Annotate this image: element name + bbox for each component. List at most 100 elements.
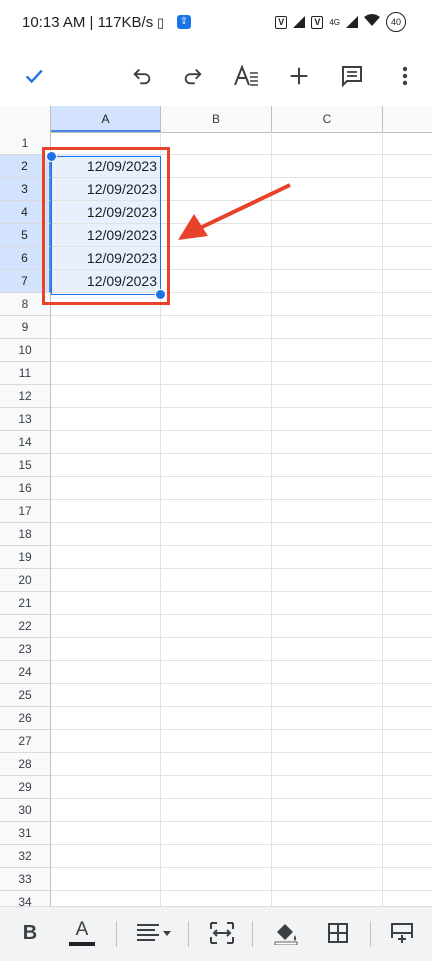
row-header[interactable]: 16 (0, 477, 51, 500)
column-header-c[interactable]: C (272, 106, 383, 132)
more-vert-icon[interactable] (385, 56, 425, 96)
insert-row-icon[interactable] (384, 915, 420, 951)
cell-b[interactable] (161, 408, 272, 430)
cell-c[interactable] (272, 546, 383, 568)
cell-a[interactable] (51, 500, 161, 522)
redo-icon[interactable] (173, 56, 213, 96)
row-header[interactable]: 11 (0, 362, 51, 385)
cell-b[interactable] (161, 868, 272, 890)
cell-c[interactable] (272, 638, 383, 660)
column-header-b[interactable]: B (161, 106, 272, 132)
cell-a[interactable] (51, 753, 161, 775)
cell-a[interactable] (51, 615, 161, 637)
row-header[interactable]: 18 (0, 523, 51, 546)
cell-c[interactable] (272, 661, 383, 683)
check-icon[interactable] (14, 56, 54, 96)
cell-a[interactable] (51, 776, 161, 798)
row-header[interactable]: 14 (0, 431, 51, 454)
borders-icon[interactable] (320, 915, 356, 951)
cell-b[interactable] (161, 155, 272, 177)
cell-a[interactable] (51, 431, 161, 453)
cell-c[interactable] (272, 155, 383, 177)
cell-b[interactable] (161, 385, 272, 407)
row-header[interactable]: 26 (0, 707, 51, 730)
cell-c[interactable] (272, 270, 383, 292)
row-header[interactable]: 17 (0, 500, 51, 523)
cell-c[interactable] (272, 822, 383, 844)
cell-a[interactable] (51, 339, 161, 361)
cell-c[interactable] (272, 247, 383, 269)
cell-a[interactable] (51, 891, 161, 906)
cell-b[interactable] (161, 293, 272, 315)
cell-c[interactable] (272, 799, 383, 821)
cell-b[interactable] (161, 132, 272, 154)
cell-c[interactable] (272, 684, 383, 706)
cell-c[interactable] (272, 868, 383, 890)
cell-b[interactable] (161, 523, 272, 545)
row-header[interactable]: 22 (0, 615, 51, 638)
cell-b[interactable] (161, 477, 272, 499)
cell-a[interactable] (51, 822, 161, 844)
cell-c[interactable] (272, 454, 383, 476)
cell-c[interactable] (272, 500, 383, 522)
row-header[interactable]: 15 (0, 454, 51, 477)
cell-a[interactable] (51, 408, 161, 430)
cell-c[interactable] (272, 431, 383, 453)
text-format-icon[interactable] (226, 56, 266, 96)
cell-c[interactable] (272, 592, 383, 614)
cell-c[interactable] (272, 132, 383, 154)
row-header[interactable]: 33 (0, 868, 51, 891)
row-header[interactable]: 34 (0, 891, 51, 906)
cell-b[interactable] (161, 454, 272, 476)
cell-c[interactable] (272, 385, 383, 407)
comment-icon[interactable] (332, 56, 372, 96)
row-header[interactable]: 32 (0, 845, 51, 868)
select-all-corner[interactable] (0, 106, 51, 132)
row-header[interactable]: 23 (0, 638, 51, 661)
cell-b[interactable] (161, 730, 272, 752)
cell-a[interactable] (51, 477, 161, 499)
cell-c[interactable] (272, 776, 383, 798)
cell-b[interactable] (161, 339, 272, 361)
cell-c[interactable] (272, 339, 383, 361)
bold-icon[interactable]: B (12, 915, 48, 951)
cell-c[interactable] (272, 408, 383, 430)
align-icon[interactable] (134, 915, 174, 951)
cell-a[interactable] (51, 316, 161, 338)
cell-b[interactable] (161, 891, 272, 906)
cell-b[interactable] (161, 546, 272, 568)
cell-a[interactable] (51, 454, 161, 476)
fill-color-icon[interactable] (268, 915, 304, 951)
cell-b[interactable] (161, 753, 272, 775)
row-header[interactable]: 19 (0, 546, 51, 569)
cell-c[interactable] (272, 845, 383, 867)
text-color-icon[interactable]: A (64, 915, 100, 951)
cell-b[interactable] (161, 845, 272, 867)
row-header[interactable]: 21 (0, 592, 51, 615)
cell-a[interactable] (51, 592, 161, 614)
cell-b[interactable] (161, 592, 272, 614)
cell-c[interactable] (272, 523, 383, 545)
row-header[interactable]: 10 (0, 339, 51, 362)
cell-a[interactable] (51, 799, 161, 821)
row-header[interactable]: 27 (0, 730, 51, 753)
cell-c[interactable] (272, 615, 383, 637)
cell-b[interactable] (161, 799, 272, 821)
cell-a[interactable] (51, 661, 161, 683)
cell-a[interactable] (51, 684, 161, 706)
cell-b[interactable] (161, 247, 272, 269)
cell-c[interactable] (272, 730, 383, 752)
cell-b[interactable] (161, 431, 272, 453)
cell-b[interactable] (161, 270, 272, 292)
cell-a[interactable] (51, 385, 161, 407)
cell-c[interactable] (272, 477, 383, 499)
row-header[interactable]: 28 (0, 753, 51, 776)
cell-a[interactable] (51, 569, 161, 591)
cell-c[interactable] (272, 707, 383, 729)
cell-b[interactable] (161, 661, 272, 683)
cell-b[interactable] (161, 362, 272, 384)
column-header-a[interactable]: A (51, 106, 161, 132)
cell-c[interactable] (272, 569, 383, 591)
cell-b[interactable] (161, 316, 272, 338)
cell-a[interactable] (51, 707, 161, 729)
